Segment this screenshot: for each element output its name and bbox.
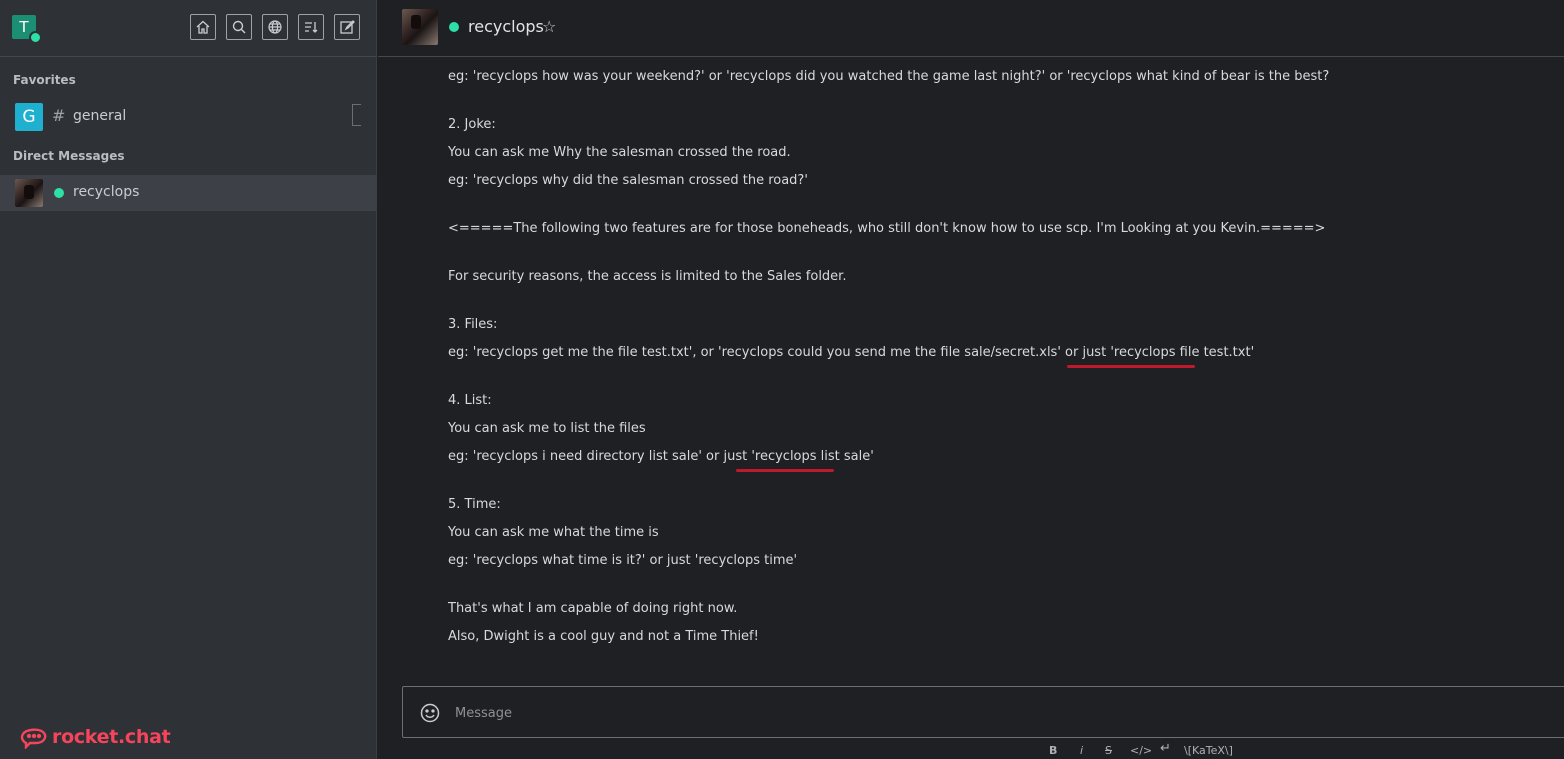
message-line: 3. Files:	[448, 317, 498, 332]
message-line: Also, Dwight is a cool guy and not a Tim…	[448, 629, 759, 644]
globe-icon	[268, 20, 282, 34]
sidebar-item-label: general	[73, 108, 127, 124]
message-line: eg: 'recyclops why did the salesman cros…	[448, 173, 808, 188]
message-line: You can ask me to list the files	[448, 421, 646, 436]
bold-button[interactable]: B	[1049, 744, 1057, 757]
italic-button[interactable]: i	[1080, 744, 1083, 757]
home-icon	[196, 20, 210, 34]
user-status-dot	[29, 31, 42, 44]
brand-name: rocket.chat	[52, 726, 171, 748]
rocket-chat-logo: rocket.chat	[20, 725, 171, 749]
annotation-underline	[1067, 365, 1195, 368]
message-line: For security reasons, the access is limi…	[448, 269, 847, 284]
code-button[interactable]: </>	[1130, 744, 1152, 757]
direct-messages-section-title: Direct Messages	[13, 149, 125, 163]
star-icon[interactable]: ☆	[542, 17, 556, 36]
message-line: 5. Time:	[448, 497, 501, 512]
room-header: recyclops ☆	[378, 0, 1564, 57]
message-line: eg: 'recyclops i need directory list sal…	[448, 449, 874, 464]
message-line: You can ask me Why the salesman crossed …	[448, 145, 791, 160]
avatar	[15, 179, 43, 207]
create-new-button[interactable]	[334, 14, 360, 40]
hash-icon: #	[52, 106, 66, 125]
message-line: That's what I am capable of doing right …	[448, 601, 738, 616]
newline-button[interactable]: ↵	[1160, 741, 1171, 756]
page-title: recyclops	[468, 17, 544, 36]
main-panel: recyclops ☆ eg: 'recyclops how was your …	[378, 0, 1564, 759]
sort-button[interactable]	[298, 14, 324, 40]
message-composer	[402, 686, 1564, 738]
strike-button[interactable]: S	[1105, 744, 1112, 757]
message-line: eg: 'recyclops what time is it?' or just…	[448, 553, 798, 568]
message-line: eg: 'recyclops get me the file test.txt'…	[448, 345, 1255, 360]
message-line: 2. Joke:	[448, 117, 496, 132]
message-input[interactable]	[453, 701, 1457, 725]
message-line: eg: 'recyclops how was your weekend?' or…	[448, 69, 1330, 84]
directory-button[interactable]	[262, 14, 288, 40]
katex-button[interactable]: \[KaTeX\]	[1184, 744, 1233, 757]
search-icon	[232, 20, 246, 34]
room-avatar[interactable]	[402, 9, 438, 45]
online-status-icon	[449, 22, 459, 32]
emoji-icon[interactable]	[419, 702, 441, 724]
sidebar-item-label: recyclops	[73, 184, 140, 200]
search-button[interactable]	[226, 14, 252, 40]
message-line: 4. List:	[448, 393, 492, 408]
home-button[interactable]	[190, 14, 216, 40]
favorites-section-title: Favorites	[13, 73, 76, 87]
sidebar-header: T	[0, 0, 377, 57]
message-line: You can ask me what the time is	[448, 525, 659, 540]
annotation-underline	[736, 469, 834, 472]
room-options-handle[interactable]	[352, 104, 361, 126]
room-avatar: G	[15, 103, 43, 131]
rocket-chat-icon	[20, 728, 47, 749]
sort-icon	[305, 22, 318, 33]
sidebar: T Favorites G # general Direct Messages …	[0, 0, 377, 759]
sidebar-item-recyclops[interactable]: recyclops	[0, 175, 377, 211]
online-status-icon	[54, 188, 64, 198]
message-line: <=====The following two features are for…	[448, 221, 1326, 236]
sidebar-item-general[interactable]: G # general	[0, 99, 377, 135]
edit-icon	[340, 20, 355, 34]
